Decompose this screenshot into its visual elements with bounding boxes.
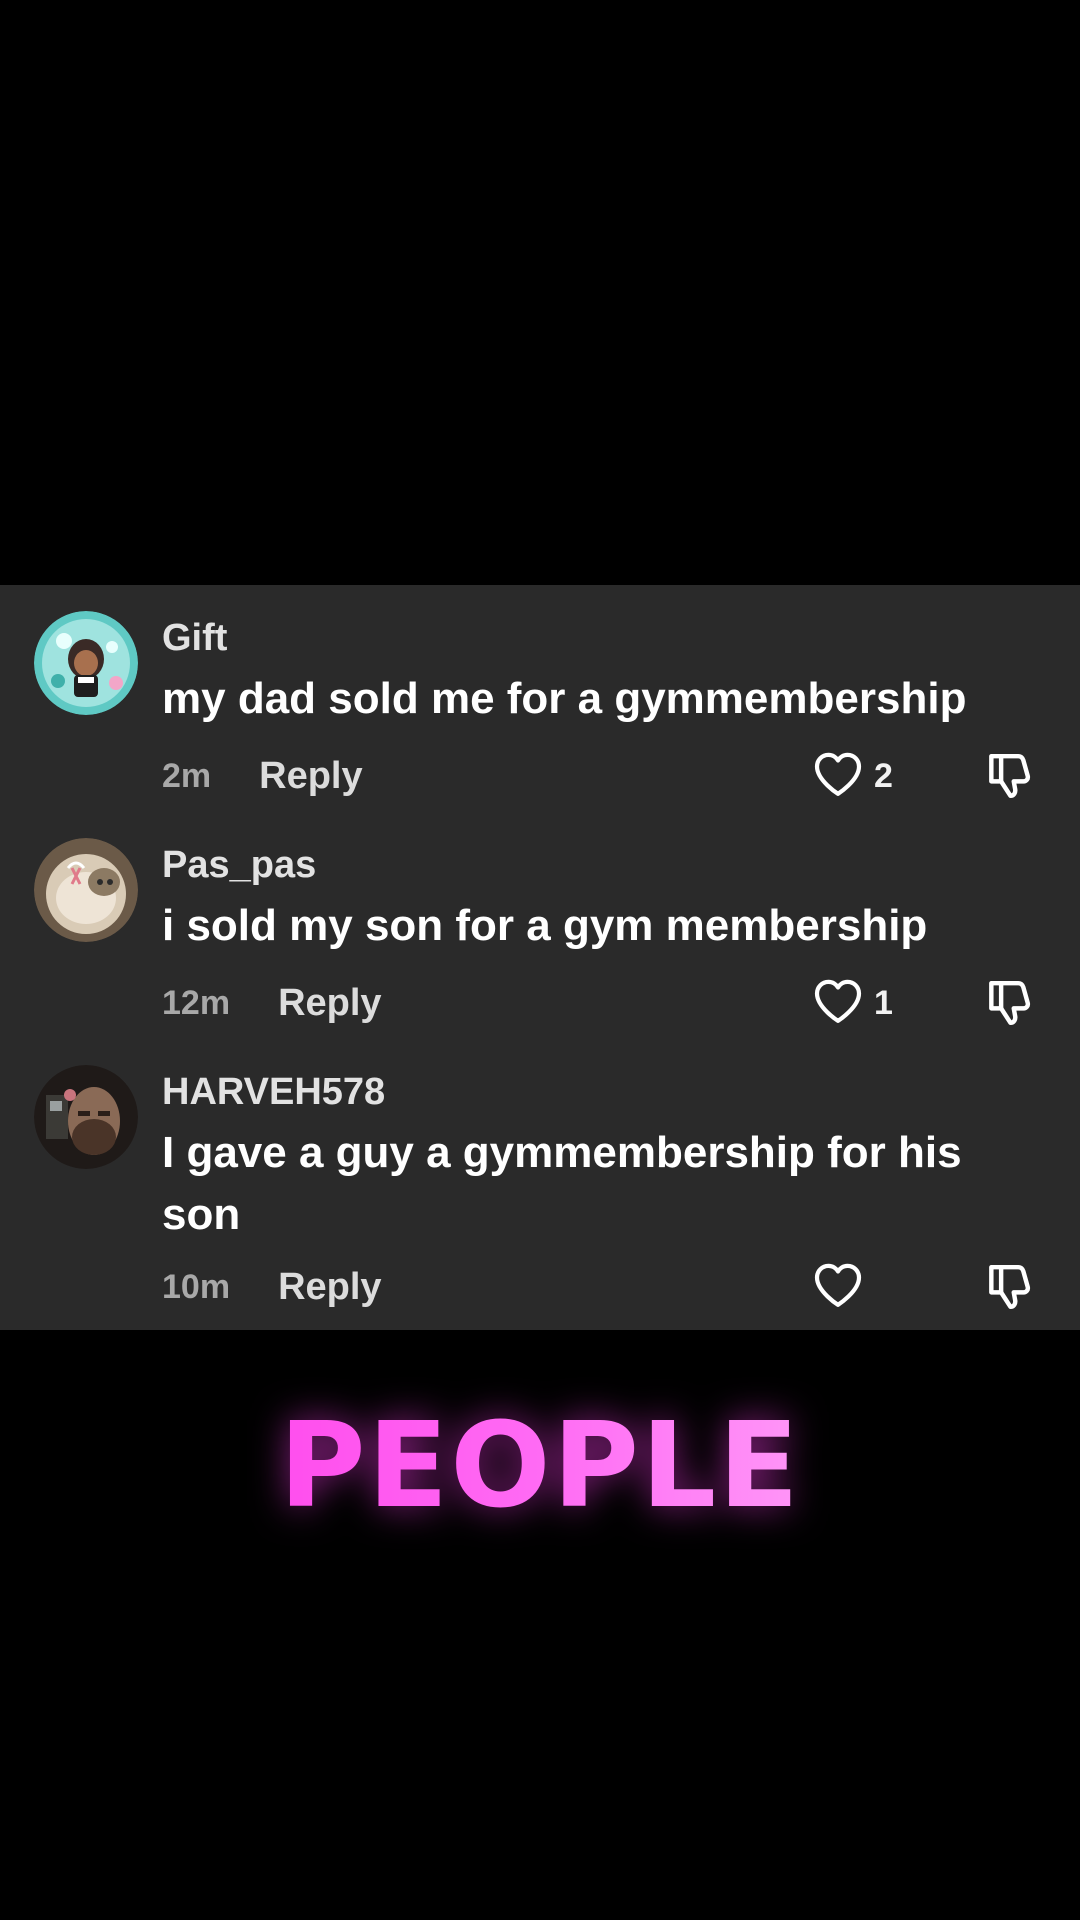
reply-button[interactable]: Reply — [278, 1266, 381, 1309]
thumbs-down-icon — [982, 753, 1038, 808]
thumbs-down-icon — [982, 980, 1038, 1035]
comment-text: i sold my son for a gym membership — [162, 901, 928, 950]
heart-outline-icon — [810, 746, 866, 807]
comment-timestamp: 12m — [162, 983, 231, 1022]
heart-outline-icon — [810, 973, 866, 1034]
like-count: 1 — [874, 983, 893, 1022]
reply-button[interactable]: Reply — [278, 982, 381, 1025]
dislike-button[interactable] — [982, 975, 1038, 1031]
comment-meta: 10m Reply — [162, 1262, 382, 1312]
like-button[interactable]: 2 — [810, 748, 893, 804]
dislike-button[interactable] — [982, 1259, 1038, 1315]
avatar[interactable] — [34, 1065, 138, 1169]
comment-text: my dad sold me for a gymmembership — [162, 674, 967, 723]
comments-panel: Gift my dad sold me for a gymmembership … — [0, 585, 1080, 1330]
comment-timestamp: 2m — [162, 756, 212, 795]
comment-text: I gave a guy a gymmembership for his son — [162, 1128, 962, 1239]
like-button[interactable] — [810, 1259, 874, 1315]
comment-username[interactable]: HARVEH578 — [162, 1070, 385, 1114]
like-button[interactable]: 1 — [810, 975, 893, 1031]
caption-text: PEOPLE — [0, 1395, 1080, 1535]
comment-timestamp: 10m — [162, 1267, 231, 1306]
avatar[interactable] — [34, 611, 138, 715]
thumbs-down-icon — [982, 1264, 1038, 1319]
comment-meta: 2m Reply — [162, 751, 363, 801]
comment-meta: 12m Reply — [162, 978, 382, 1028]
dislike-button[interactable] — [982, 748, 1038, 804]
comment-username[interactable]: Gift — [162, 616, 227, 660]
reply-button[interactable]: Reply — [259, 755, 362, 798]
avatar[interactable] — [34, 838, 138, 942]
screen: Gift my dad sold me for a gymmembership … — [0, 0, 1080, 1920]
like-count: 2 — [874, 756, 893, 795]
comment-username[interactable]: Pas_pas — [162, 843, 316, 887]
heart-outline-icon — [810, 1257, 866, 1318]
